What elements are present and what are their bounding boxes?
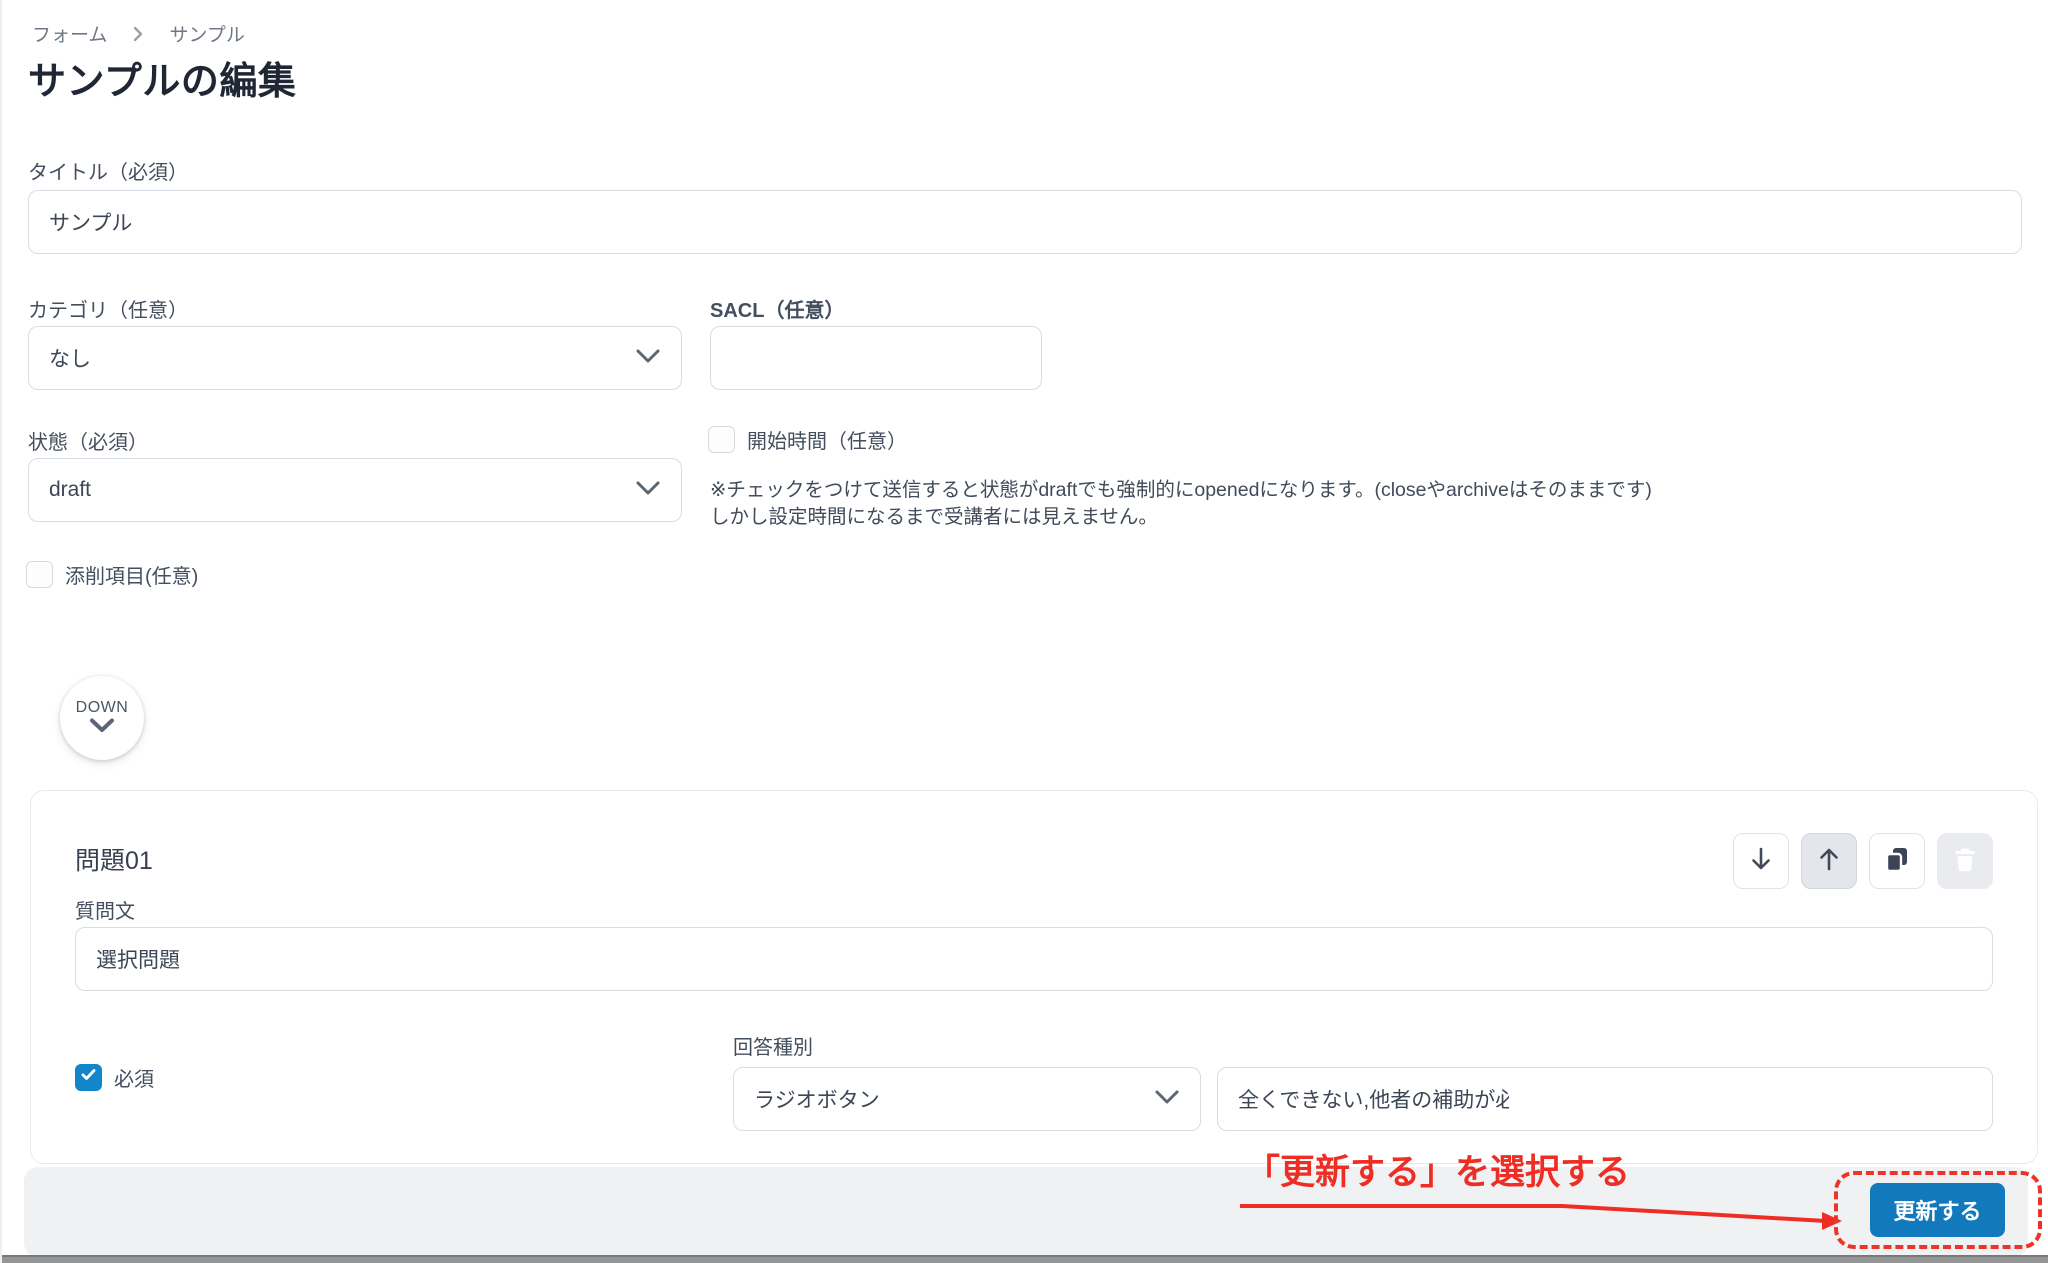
start-time-checkbox[interactable] <box>708 426 735 453</box>
question-card-title: 問題01 <box>75 841 153 877</box>
scroll-down-button[interactable]: DOWN <box>60 676 144 760</box>
arrow-down-icon <box>1747 845 1775 878</box>
chevron-right-icon <box>131 25 145 43</box>
delete-button[interactable] <box>1937 833 1993 889</box>
answer-type-select-value: ラジオボタン <box>754 1084 880 1114</box>
trash-icon <box>1950 844 1980 879</box>
start-time-checkbox-row: 開始時間（任意） <box>708 425 907 454</box>
correction-label: 添削項目(任意) <box>65 560 198 589</box>
form-edit-page: フォーム サンプル サンプルの編集 タイトル（必須） カテゴリ（任意） なし S… <box>0 0 2048 1263</box>
copy-icon <box>1882 844 1912 879</box>
duplicate-button[interactable] <box>1869 833 1925 889</box>
question-text-input[interactable] <box>75 927 1993 991</box>
breadcrumb-forms-link[interactable]: フォーム <box>32 20 107 47</box>
breadcrumb-sample-link[interactable]: サンプル <box>169 20 244 47</box>
chevron-down-icon <box>635 478 661 502</box>
required-checkbox[interactable] <box>75 1064 102 1091</box>
answer-type-label: 回答種別 <box>733 1031 813 1060</box>
title-field-label: タイトル（必須） <box>28 156 188 185</box>
start-time-note-line1: ※チェックをつけて送信すると状態がdraftでも強制的にopenedになります。… <box>710 477 1810 504</box>
annotation-text: 「更新する」を選択する <box>1245 1144 1630 1195</box>
title-input[interactable] <box>28 190 2022 254</box>
start-time-label: 開始時間（任意） <box>747 425 907 454</box>
start-time-note-line2: しかし設定時間になるまで受講者には見えません。 <box>710 504 1810 531</box>
page-title: サンプルの編集 <box>28 50 296 105</box>
status-field-label: 状態（必須） <box>28 426 148 455</box>
choices-input-text[interactable] <box>1238 1068 1509 1130</box>
status-select[interactable]: draft <box>28 458 682 522</box>
required-checkbox-row: 必須 <box>75 1063 154 1092</box>
choices-input[interactable] <box>1217 1067 1993 1131</box>
update-button[interactable]: 更新する <box>1870 1183 2005 1237</box>
question-text-input-text[interactable] <box>96 928 367 990</box>
move-down-button[interactable] <box>1733 833 1789 889</box>
chevron-down-icon <box>635 346 661 370</box>
move-up-button[interactable] <box>1801 833 1857 889</box>
title-input-text[interactable] <box>49 191 320 253</box>
arrow-up-icon <box>1815 845 1843 878</box>
sacl-input-text[interactable] <box>731 327 1002 389</box>
category-field-label: カテゴリ（任意） <box>28 294 188 323</box>
correction-checkbox-row: 添削項目(任意) <box>26 560 198 589</box>
status-select-value: draft <box>49 478 91 502</box>
question-card: 問題01 <box>30 790 2038 1164</box>
required-label: 必須 <box>114 1063 154 1092</box>
window-bottom-edge <box>2 1255 2048 1263</box>
sacl-input[interactable] <box>710 326 1042 390</box>
question-card-actions <box>1733 833 1993 889</box>
chevron-down-icon <box>1154 1087 1180 1111</box>
correction-checkbox[interactable] <box>26 561 53 588</box>
sacl-field-label: SACL（任意） <box>710 294 844 323</box>
down-button-label: DOWN <box>76 699 129 717</box>
question-text-label: 質問文 <box>75 895 135 924</box>
category-select[interactable]: なし <box>28 326 682 390</box>
answer-type-select[interactable]: ラジオボタン <box>733 1067 1201 1131</box>
breadcrumb: フォーム サンプル <box>32 20 245 47</box>
chevron-down-icon <box>89 718 115 738</box>
footer-bar <box>24 1167 2028 1257</box>
category-select-value: なし <box>49 343 91 373</box>
check-icon <box>79 1065 98 1090</box>
